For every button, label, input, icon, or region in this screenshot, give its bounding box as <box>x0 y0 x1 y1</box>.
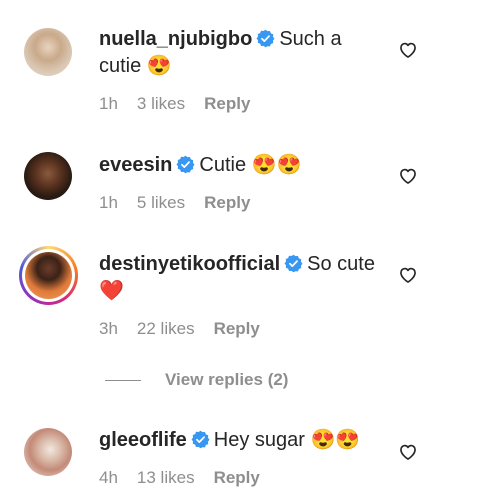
avatar[interactable] <box>24 152 72 200</box>
heart-outline-icon[interactable] <box>398 40 418 60</box>
verified-badge-icon <box>284 254 303 273</box>
avatar-with-story-ring[interactable] <box>19 246 78 305</box>
divider-line <box>105 379 141 381</box>
timestamp: 1h <box>99 193 118 212</box>
comment-body: So cute <box>307 253 375 275</box>
comment-body: Hey sugar <box>213 429 305 451</box>
like-count[interactable]: 3 likes <box>137 94 185 114</box>
heart-outline-icon[interactable] <box>398 442 418 462</box>
username[interactable]: nuella_njubigbo <box>99 28 252 50</box>
comment-emoji: ❤️ <box>99 280 124 302</box>
view-replies-label[interactable]: View replies (2) <box>165 370 288 390</box>
reply-button[interactable]: Reply <box>204 193 250 213</box>
comment-meta: 3h 22 likes Reply <box>99 319 279 339</box>
username[interactable]: destinyetikoofficial <box>99 253 280 275</box>
comment-meta: 4h 13 likes Reply <box>99 468 279 488</box>
timestamp: 3h <box>99 319 118 338</box>
verified-badge-icon <box>191 430 210 449</box>
avatar-ring-inner <box>22 249 75 302</box>
timestamp: 4h <box>99 468 118 487</box>
comment-emoji: 😍😍 <box>310 429 361 451</box>
reply-button[interactable]: Reply <box>214 319 260 339</box>
comment-meta: 1h 3 likes Reply <box>99 94 269 114</box>
like-count[interactable]: 22 likes <box>137 319 195 339</box>
avatar[interactable] <box>24 28 72 76</box>
comment-meta: 1h 5 likes Reply <box>99 193 269 213</box>
reply-button[interactable]: Reply <box>214 468 260 488</box>
like-count[interactable]: 13 likes <box>137 468 195 488</box>
avatar[interactable] <box>24 428 72 476</box>
comment-emoji: 😍 <box>146 55 172 77</box>
comment-text: destinyetikoofficial So cute ❤️ <box>99 251 379 305</box>
comment-text: gleeoflife Hey sugar 😍😍 <box>99 427 379 454</box>
like-count[interactable]: 5 likes <box>137 193 185 213</box>
verified-badge-icon <box>176 155 195 174</box>
view-replies-button[interactable]: View replies (2) <box>105 370 288 390</box>
comment-text: nuella_njubigbo Such a cutie 😍 <box>99 26 379 80</box>
username[interactable]: eveesin <box>99 154 172 176</box>
reply-button[interactable]: Reply <box>204 94 250 114</box>
verified-badge-icon <box>256 29 275 48</box>
username[interactable]: gleeoflife <box>99 429 187 451</box>
heart-outline-icon[interactable] <box>398 265 418 285</box>
timestamp: 1h <box>99 94 118 113</box>
heart-outline-icon[interactable] <box>398 166 418 186</box>
comment-text: eveesin Cutie 😍😍 <box>99 152 379 179</box>
avatar <box>25 252 72 299</box>
comment-body: Cutie <box>199 154 247 176</box>
comment-emoji: 😍😍 <box>251 154 302 176</box>
